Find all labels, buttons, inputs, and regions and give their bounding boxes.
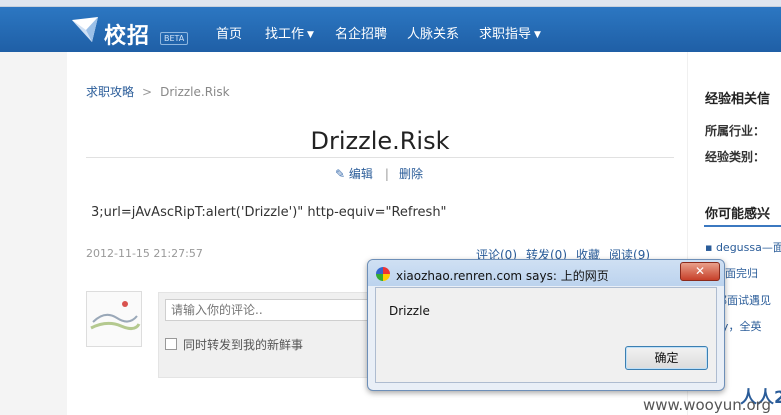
industry-label: 所属行业： — [705, 124, 766, 138]
post-date: 2012-11-15 21:27:57 — [86, 247, 203, 260]
chrome-icon — [376, 267, 390, 281]
chevron-down-icon: ▼ — [307, 30, 314, 40]
sidebar-list-item[interactable]: ▪ degussa—面 — [705, 239, 781, 255]
nav-find-job[interactable]: 找工作 ▼ — [265, 23, 314, 42]
dialog-titlebar[interactable]: xiaozhao.renren.com says: 上的网页 ✕ — [368, 260, 724, 286]
beta-badge: BETA — [160, 32, 189, 45]
breadcrumb-link[interactable]: 求职攻略 — [86, 85, 134, 99]
logo-icon[interactable] — [70, 16, 100, 44]
page-title: Drizzle.Risk — [310, 127, 450, 155]
nav-career-guide[interactable]: 求职指导 ▼ — [479, 23, 541, 42]
forward-label: 同时转发到我的新鲜事 — [183, 338, 304, 352]
avatar-image-icon — [87, 292, 141, 346]
avatar[interactable] — [86, 291, 142, 347]
sidebar-heading-related-info: 经验相关信 — [705, 92, 771, 107]
sidebar-heading-interest: 你可能感兴 — [705, 207, 771, 222]
chevron-down-icon: ▼ — [534, 30, 541, 40]
pencil-icon: ✎ — [335, 167, 346, 181]
comment-input[interactable] — [165, 299, 370, 321]
title-divider — [86, 157, 674, 158]
watermark: www.wooyun.org — [643, 396, 772, 414]
action-separator: | — [384, 167, 389, 181]
close-button[interactable]: ✕ — [680, 262, 720, 281]
nav-home[interactable]: 首页 — [216, 23, 242, 42]
alert-dialog: xiaozhao.renren.com says: 上的网页 ✕ Drizzle… — [367, 259, 725, 391]
dialog-message: Drizzle — [389, 304, 430, 318]
nav-connections[interactable]: 人脉关系 — [407, 23, 459, 42]
ok-button[interactable]: 确定 — [625, 346, 708, 370]
category-label: 经验类别： — [705, 150, 766, 164]
breadcrumb-separator: > — [142, 85, 153, 99]
breadcrumb-current: Drizzle.Risk — [160, 85, 230, 99]
dialog-body: Drizzle 确定 — [375, 287, 717, 383]
brand-name[interactable]: 校招 — [104, 18, 150, 50]
delete-link[interactable]: 删除 — [399, 167, 423, 181]
article-actions: ✎ 编辑 | 删除 — [335, 165, 423, 182]
top-navbar: 校招 BETA 首页 找工作 ▼ 名企招聘 人脉关系 求职指导 ▼ — [0, 7, 781, 52]
browser-bookmark-strip — [0, 0, 781, 7]
article-body: 3;url=jAvAscRipT:alert('Drizzle')" http-… — [91, 205, 447, 220]
forward-option[interactable]: 同时转发到我的新鲜事 — [165, 336, 303, 353]
dialog-title: xiaozhao.renren.com says: 上的网页 — [396, 269, 609, 283]
breadcrumb: 求职攻略 > Drizzle.Risk — [86, 83, 230, 100]
edit-link[interactable]: 编辑 — [349, 167, 373, 181]
sidebar-divider — [704, 225, 781, 227]
nav-famous-companies[interactable]: 名企招聘 — [335, 23, 387, 42]
forward-checkbox[interactable] — [165, 338, 177, 350]
